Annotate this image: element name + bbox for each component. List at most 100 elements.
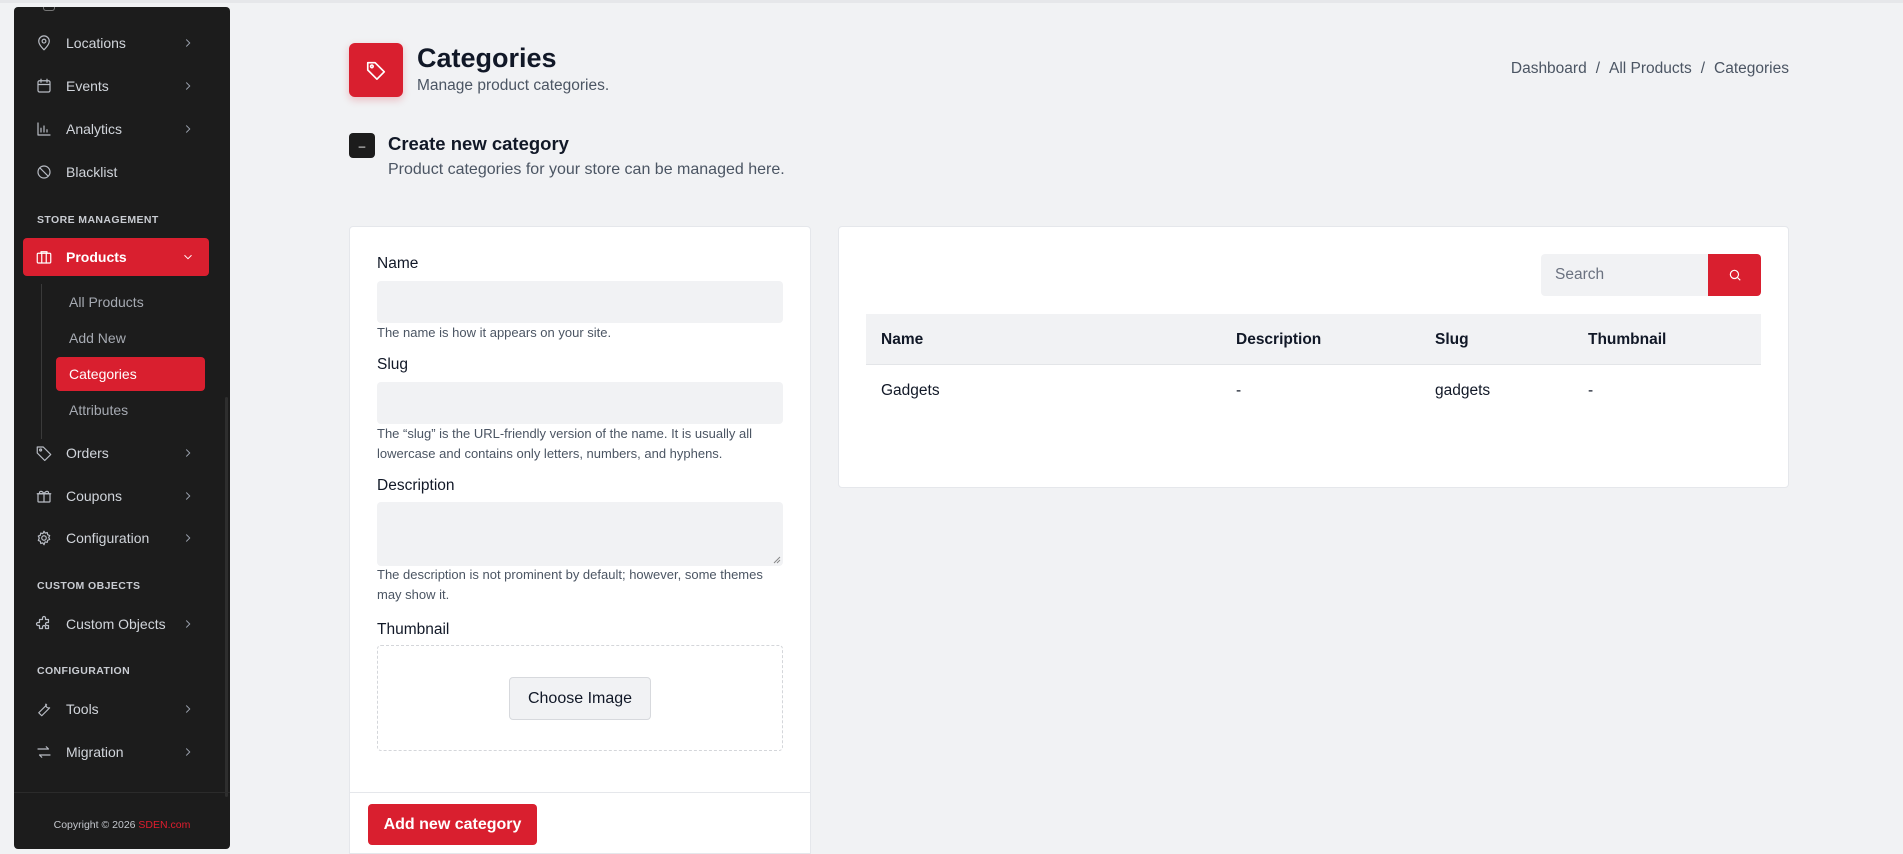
tag-icon bbox=[35, 444, 53, 462]
brand-link[interactable]: SDEN.com bbox=[138, 819, 190, 831]
submenu-item-all-products[interactable]: All Products bbox=[56, 285, 205, 319]
search-bar bbox=[1541, 254, 1761, 296]
cell-name[interactable]: Gadgets bbox=[881, 365, 940, 416]
thumbnail-label: Thumbnail bbox=[377, 621, 450, 638]
sidebar-item-label: Tools bbox=[66, 701, 99, 717]
tag-icon bbox=[349, 43, 403, 97]
table-row[interactable]: Gadgets - gadgets - bbox=[866, 365, 1761, 416]
chevron-right-icon bbox=[181, 745, 195, 759]
table-header-row: Name Description Slug Thumbnail bbox=[866, 314, 1761, 365]
sidebar-item-label: Coupons bbox=[66, 488, 123, 504]
column-header-slug[interactable]: Slug bbox=[1435, 314, 1469, 365]
name-label: Name bbox=[377, 255, 419, 272]
sidebar-footer-divider bbox=[14, 792, 230, 793]
chevron-right-icon bbox=[181, 617, 195, 631]
sidebar: Locations Events Analytics Blacklist STO… bbox=[14, 7, 230, 849]
breadcrumb-separator: / bbox=[1700, 60, 1706, 77]
sidebar-item-label: Products bbox=[66, 249, 127, 265]
section-dash-icon: – bbox=[349, 133, 375, 158]
breadcrumb-separator: / bbox=[1595, 60, 1601, 77]
arrows-swap-icon bbox=[35, 743, 53, 761]
submenu-guide-line bbox=[41, 284, 42, 439]
categories-table-card: Name Description Slug Thumbnail Gadgets … bbox=[838, 226, 1789, 488]
sidebar-item-coupons[interactable]: Coupons bbox=[23, 477, 209, 515]
page-title: Categories bbox=[417, 43, 557, 73]
copyright-text: Copyright © 2026 bbox=[53, 819, 139, 831]
chevron-right-icon bbox=[181, 446, 195, 460]
description-textarea[interactable] bbox=[377, 502, 783, 566]
calendar-icon bbox=[35, 77, 53, 95]
sidebar-scroll-area[interactable]: Locations Events Analytics Blacklist STO… bbox=[14, 7, 230, 792]
chevron-right-icon bbox=[181, 702, 195, 716]
submenu-item-attributes[interactable]: Attributes bbox=[56, 393, 205, 427]
breadcrumb: Dashboard / All Products / Categories bbox=[1511, 60, 1789, 78]
slug-input[interactable] bbox=[377, 382, 783, 424]
description-label: Description bbox=[377, 477, 455, 494]
choose-image-button[interactable]: Choose Image bbox=[509, 677, 651, 720]
slug-label: Slug bbox=[377, 356, 409, 373]
name-input[interactable] bbox=[377, 281, 783, 323]
section-label-store-management: STORE MANAGEMENT bbox=[37, 214, 159, 226]
search-input[interactable] bbox=[1541, 254, 1708, 296]
add-new-category-button[interactable]: Add new category bbox=[368, 804, 537, 845]
cell-description: - bbox=[1236, 381, 1242, 399]
sidebar-item-custom-objects[interactable]: Custom Objects bbox=[23, 605, 209, 643]
sidebar-item-label: Events bbox=[66, 78, 109, 94]
chevron-right-icon bbox=[181, 122, 195, 136]
chevron-down-icon bbox=[181, 250, 195, 264]
sidebar-item-label: Custom Objects bbox=[66, 616, 166, 632]
slug-help-text: The “slug” is the URL-friendly version o… bbox=[377, 426, 752, 461]
section-title: Create new category bbox=[388, 133, 569, 154]
category-form-card: Name The name is how it appears on your … bbox=[349, 226, 811, 854]
sidebar-item-label: Locations bbox=[66, 35, 126, 51]
ban-icon bbox=[35, 163, 53, 181]
resize-handle-icon[interactable] bbox=[772, 555, 781, 564]
submenu-item-categories[interactable]: Categories bbox=[56, 357, 205, 391]
breadcrumb-dashboard[interactable]: Dashboard bbox=[1511, 60, 1587, 78]
cell-slug: gadgets bbox=[1435, 381, 1491, 399]
section-subtitle: Product categories for your store can be… bbox=[388, 161, 785, 178]
search-icon bbox=[1729, 269, 1741, 281]
chevron-right-icon bbox=[181, 79, 195, 93]
sidebar-scrollbar[interactable] bbox=[225, 397, 228, 797]
gift-icon bbox=[35, 487, 53, 505]
sidebar-item-blacklist[interactable]: Blacklist bbox=[23, 153, 209, 191]
thumbnail-dropzone[interactable]: Choose Image bbox=[377, 645, 783, 751]
sidebar-item-migration[interactable]: Migration bbox=[23, 733, 209, 771]
cell-thumbnail: - bbox=[1588, 381, 1594, 399]
map-pin-icon bbox=[35, 34, 53, 52]
sidebar-item-configuration[interactable]: Configuration bbox=[23, 519, 209, 557]
chevron-right-icon bbox=[181, 489, 195, 503]
column-header-description[interactable]: Description bbox=[1236, 314, 1321, 365]
sidebar-item-tools[interactable]: Tools bbox=[23, 690, 209, 728]
section-label-custom-objects: CUSTOM OBJECTS bbox=[37, 580, 141, 592]
breadcrumb-all-products[interactable]: All Products bbox=[1609, 60, 1692, 78]
briefcase-icon bbox=[35, 248, 53, 266]
sidebar-item-locations[interactable]: Locations bbox=[23, 24, 209, 62]
page-subtitle: Manage product categories. bbox=[417, 77, 610, 94]
puzzle-icon bbox=[35, 615, 53, 633]
top-border bbox=[0, 0, 1903, 3]
section-label-configuration: CONFIGURATION bbox=[37, 665, 131, 677]
wrench-icon bbox=[35, 700, 53, 718]
description-help-text: The description is not prominent by defa… bbox=[377, 567, 763, 602]
chevron-right-icon bbox=[181, 531, 195, 545]
sidebar-item-analytics[interactable]: Analytics bbox=[23, 110, 209, 148]
sidebar-footer: Copyright © 2026 SDEN.com bbox=[14, 819, 230, 831]
name-help-text: The name is how it appears on your site. bbox=[377, 325, 612, 340]
column-header-name[interactable]: Name bbox=[881, 314, 923, 365]
partial-icon bbox=[43, 7, 55, 11]
submenu-item-add-new[interactable]: Add New bbox=[56, 321, 205, 355]
sidebar-item-label: Analytics bbox=[66, 121, 123, 137]
categories-table: Name Description Slug Thumbnail Gadgets … bbox=[866, 314, 1761, 416]
column-header-thumbnail[interactable]: Thumbnail bbox=[1588, 314, 1666, 365]
sidebar-item-label: Migration bbox=[66, 744, 124, 760]
sidebar-item-orders[interactable]: Orders bbox=[23, 434, 209, 472]
form-footer-divider bbox=[350, 792, 810, 793]
search-button[interactable] bbox=[1708, 254, 1761, 296]
sidebar-item-label: Configuration bbox=[66, 530, 150, 546]
sidebar-item-products[interactable]: Products bbox=[23, 238, 209, 276]
sidebar-item-events[interactable]: Events bbox=[23, 67, 209, 105]
bar-chart-icon bbox=[35, 120, 53, 138]
gear-icon bbox=[35, 529, 53, 547]
